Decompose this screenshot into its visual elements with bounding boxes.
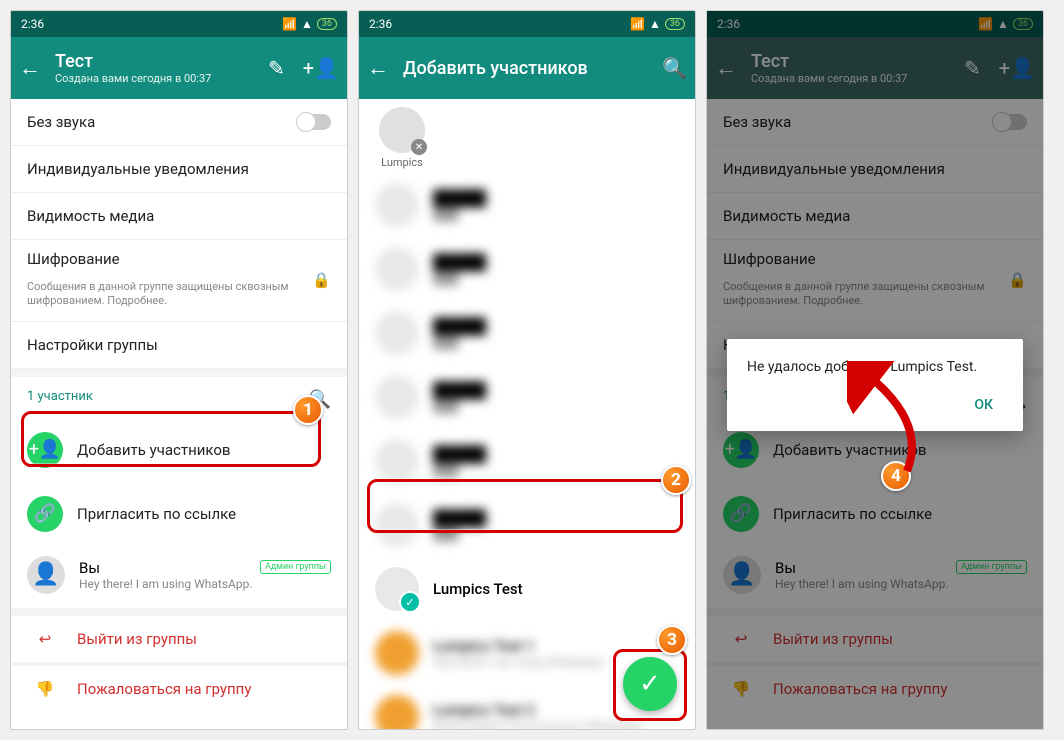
- error-dialog: Не удалось добавить Lumpics Test. ОК: [727, 339, 1023, 431]
- phone-3-error-dialog: 2:36 📶 ▲ 36 ← Тест Создана вами сегодня …: [706, 10, 1044, 730]
- report-group-button[interactable]: 👎 Пожаловаться на группу: [11, 666, 347, 712]
- phone-1-group-info: 2:36 📶 ▲ 36 ← Тест Создана вами сегодня …: [10, 10, 348, 730]
- group-settings-row[interactable]: Настройки группы: [11, 322, 347, 369]
- battery-icon: 36: [665, 18, 685, 30]
- you-status: Hey there! I am using WhatsApp.: [79, 577, 253, 591]
- wifi-icon: ▲: [649, 17, 661, 31]
- participants-count: 1 участник: [27, 389, 93, 410]
- signal-icon: 📶: [630, 17, 645, 31]
- mute-toggle[interactable]: [297, 114, 331, 130]
- you-row[interactable]: 👤 Вы Hey there! I am using WhatsApp. Адм…: [11, 546, 347, 608]
- chip-name: Lumpics: [375, 156, 429, 169]
- add-participants-button[interactable]: +👤 Добавить участников: [11, 418, 347, 482]
- contact-row-blurred[interactable]: ████████: [359, 237, 695, 301]
- chip-remove-icon[interactable]: ✕: [411, 139, 427, 155]
- dialog-message: Не удалось добавить Lumpics Test.: [747, 359, 1003, 375]
- contact-avatar: [375, 567, 419, 611]
- contact-name: Lumpics Test: [433, 580, 523, 598]
- contact-lumpics-test[interactable]: Lumpics Test: [359, 557, 695, 621]
- phone-2-add-participants: 2:36 📶 ▲ 36 ← Добавить участников 🔍 ✕ Lu…: [358, 10, 696, 730]
- status-icons: 📶 ▲ 36: [282, 17, 337, 31]
- lock-icon: 🔒: [312, 271, 331, 289]
- group-settings-label: Настройки группы: [27, 336, 158, 354]
- add-person-circle-icon: +👤: [27, 432, 63, 468]
- mute-label: Без звука: [27, 113, 95, 131]
- status-time: 2:36: [369, 17, 392, 31]
- status-bar: 2:36 📶 ▲ 36: [11, 11, 347, 37]
- media-label: Видимость медиа: [27, 207, 154, 225]
- report-label: Пожаловаться на группу: [77, 680, 251, 698]
- confirm-fab[interactable]: ✓: [623, 657, 677, 711]
- contact-row-blurred[interactable]: ████████: [359, 173, 695, 237]
- contact-row-blurred[interactable]: ████████: [359, 429, 695, 493]
- contact-row-blurred[interactable]: ████████: [359, 493, 695, 557]
- step-badge-4: 4: [881, 461, 911, 491]
- selected-chip[interactable]: ✕ Lumpics: [359, 99, 429, 173]
- search-icon[interactable]: 🔍: [662, 56, 687, 80]
- exit-group-button[interactable]: ↩ Выйти из группы: [11, 616, 347, 662]
- admin-badge: Админ группы: [260, 560, 331, 574]
- add-participants-label: Добавить участников: [77, 441, 230, 459]
- chip-avatar: ✕: [379, 107, 425, 153]
- signal-icon: 📶: [282, 17, 297, 31]
- invite-link-label: Пригласить по ссылке: [77, 505, 236, 523]
- back-icon[interactable]: ←: [19, 55, 43, 81]
- dialog-ok-button[interactable]: ОК: [964, 389, 1003, 421]
- thumbs-down-icon: 👎: [27, 680, 63, 698]
- contact-list-blurred: ████████████████████████████████████████…: [359, 173, 695, 557]
- battery-icon: 36: [317, 18, 337, 30]
- media-visibility-row[interactable]: Видимость медиа: [11, 193, 347, 240]
- encryption-sub: Сообщения в данной группе защищены сквоз…: [27, 280, 331, 309]
- notif-label: Индивидуальные уведомления: [27, 160, 249, 178]
- contact-row-blurred[interactable]: ████████: [359, 365, 695, 429]
- check-icon: ✓: [639, 669, 661, 699]
- invite-link-button[interactable]: 🔗 Пригласить по ссылке: [11, 482, 347, 546]
- status-bar: 2:36 📶 ▲ 36: [359, 11, 695, 37]
- encryption-row[interactable]: Шифрование Сообщения в данной группе защ…: [11, 240, 347, 322]
- step-badge-2: 2: [661, 465, 691, 495]
- link-icon: 🔗: [27, 496, 63, 532]
- group-subtitle: Создана вами сегодня в 00:37: [55, 72, 256, 85]
- contact-row-blurred[interactable]: ████████: [359, 301, 695, 365]
- custom-notifications-row[interactable]: Индивидуальные уведомления: [11, 146, 347, 193]
- title-block: Тест Создана вами сегодня в 00:37: [55, 51, 256, 85]
- encryption-title: Шифрование: [27, 250, 120, 268]
- you-label: Вы: [79, 559, 253, 577]
- step-badge-1: 1: [293, 395, 323, 425]
- step-badge-3: 3: [657, 625, 687, 655]
- avatar-icon: 👤: [27, 556, 65, 594]
- wifi-icon: ▲: [301, 17, 313, 31]
- mute-row[interactable]: Без звука: [11, 99, 347, 146]
- add-person-icon[interactable]: +👤: [303, 56, 339, 80]
- status-icons: 📶 ▲ 36: [630, 17, 685, 31]
- app-bar: ← Тест Создана вами сегодня в 00:37 ✎ +👤: [11, 37, 347, 99]
- screen-title: Добавить участников: [403, 58, 650, 79]
- status-time: 2:36: [21, 17, 44, 31]
- exit-icon: ↩: [27, 630, 63, 648]
- group-title: Тест: [55, 51, 256, 72]
- app-bar: ← Добавить участников 🔍: [359, 37, 695, 99]
- edit-icon[interactable]: ✎: [268, 56, 285, 80]
- back-icon[interactable]: ←: [367, 55, 391, 81]
- exit-label: Выйти из группы: [77, 630, 197, 648]
